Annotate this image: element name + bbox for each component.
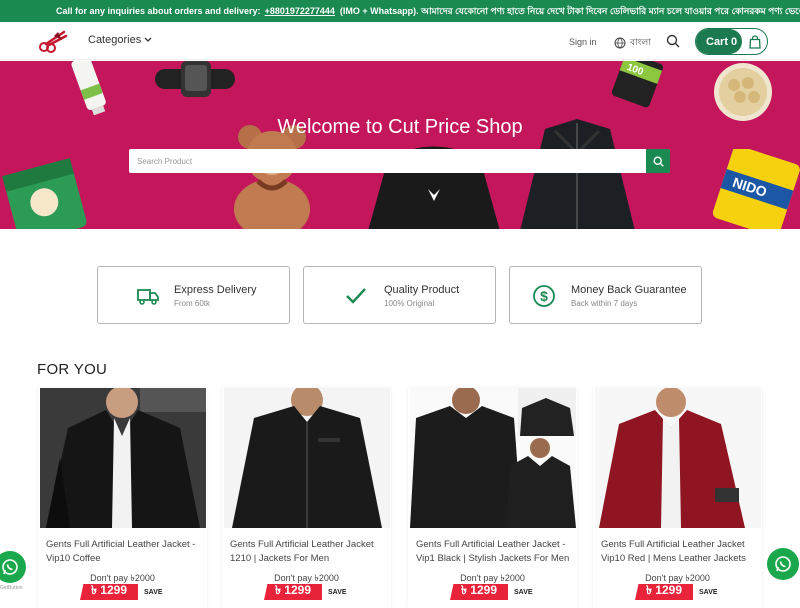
product-card[interactable]: Gents Full Artificial Leather Jacket - V…	[38, 388, 207, 608]
save-label: SAVE	[144, 589, 163, 596]
product-title[interactable]: Gents Full Artificial Leather Jacket - V…	[416, 538, 576, 566]
feature-title: Express Delivery	[174, 284, 257, 296]
feature-money-back: $ Money Back Guarantee Back within 7 day…	[509, 266, 702, 324]
feature-subtitle: Back within 7 days	[571, 299, 638, 308]
supplement-jar-image: 100	[611, 61, 663, 108]
cream-tube-image	[71, 61, 106, 116]
product-image[interactable]	[40, 388, 206, 528]
product-title[interactable]: Gents Full Artificial Leather Jacket Vip…	[601, 538, 761, 566]
original-price: Don't pay ৳2000	[90, 573, 155, 583]
original-price: Don't pay ৳2000	[460, 573, 525, 583]
categories-dropdown[interactable]: Categories	[88, 34, 152, 46]
chevron-down-icon	[144, 37, 152, 42]
product-image[interactable]	[410, 388, 576, 528]
product-title[interactable]: Gents Full Artificial Leather Jacket - V…	[46, 538, 206, 566]
feature-express-delivery: Express Delivery From 60tk	[97, 266, 290, 324]
hero-search-bar	[129, 149, 670, 173]
save-label: SAVE	[514, 589, 533, 596]
milk-powder-tin-image: NIDO	[712, 149, 800, 229]
feature-title: Quality Product	[384, 284, 460, 296]
original-price: Don't pay ৳2000	[274, 573, 339, 583]
phone-link[interactable]: +8801972277444	[265, 6, 335, 16]
announcement-bar: Call for any inquiries about orders and …	[0, 0, 800, 22]
save-label: SAVE	[328, 589, 347, 596]
svg-text:$: $	[540, 288, 548, 304]
hero-title: Welcome to Cut Price Shop	[277, 116, 523, 138]
product-card[interactable]: Gents Full Artificial Leather Jacket - V…	[408, 388, 577, 608]
baby-food-jar-image	[2, 158, 87, 229]
dollar-circle-icon: $	[533, 285, 555, 307]
language-switch[interactable]: বাংলা	[614, 35, 651, 50]
sale-price-badge: ৳ 1299	[80, 584, 138, 600]
whatsapp-icon	[775, 556, 791, 572]
product-image[interactable]	[595, 388, 761, 528]
cart-button[interactable]: Cart 0	[695, 28, 768, 55]
announcement-suffix: (IMO + Whatsapp). আমাদের যেকোনো পণ্য হাত…	[339, 5, 800, 16]
scissors-logo-icon[interactable]	[36, 28, 70, 54]
globe-icon	[614, 37, 626, 48]
whatsapp-icon	[2, 559, 18, 575]
feature-title: Money Back Guarantee	[571, 284, 687, 296]
whatsapp-button-right[interactable]	[767, 548, 799, 580]
truck-icon	[137, 289, 159, 305]
shopping-bag-icon	[742, 29, 767, 54]
product-title[interactable]: Gents Full Artificial Leather Jacket 121…	[230, 538, 390, 566]
whatsapp-caption: GetButton	[0, 585, 23, 591]
sale-price-badge: ৳ 1299	[264, 584, 322, 600]
categories-label: Categories	[88, 34, 142, 46]
cart-label: Cart 0	[696, 29, 742, 54]
search-icon	[652, 155, 664, 167]
sale-price-badge: ৳ 1299	[450, 584, 508, 600]
search-input[interactable]	[129, 149, 646, 173]
check-icon	[346, 288, 366, 304]
product-card[interactable]: Gents Full Artificial Leather Jacket Vip…	[593, 388, 762, 608]
feature-quality-product: Quality Product 100% Original	[303, 266, 496, 324]
sale-price-badge: ৳ 1299	[635, 584, 693, 600]
feature-subtitle: From 60tk	[174, 299, 211, 308]
original-price: Don't pay ৳2000	[645, 573, 710, 583]
product-image[interactable]	[224, 388, 390, 528]
language-label: বাংলা	[630, 37, 651, 47]
cashew-jar-image	[714, 63, 772, 121]
feature-subtitle: 100% Original	[384, 299, 435, 308]
save-label: SAVE	[699, 589, 718, 596]
section-title: FOR YOU	[37, 361, 108, 378]
smartwatch-image	[155, 61, 235, 97]
whatsapp-button-left[interactable]	[0, 551, 26, 583]
search-button[interactable]	[646, 149, 670, 173]
hero-banner: 100 NIDO Welcome to Cut Price Shop	[0, 61, 800, 229]
product-card[interactable]: Gents Full Artificial Leather Jacket 121…	[222, 388, 391, 608]
signin-link[interactable]: Sign in	[569, 37, 597, 47]
feature-strip: Express Delivery From 60tk Quality Produ…	[0, 266, 800, 324]
search-icon[interactable]	[666, 34, 680, 48]
announcement-text: Call for any inquiries about orders and …	[56, 6, 261, 16]
site-header: Categories Sign in বাংলা Cart 0	[0, 22, 800, 60]
